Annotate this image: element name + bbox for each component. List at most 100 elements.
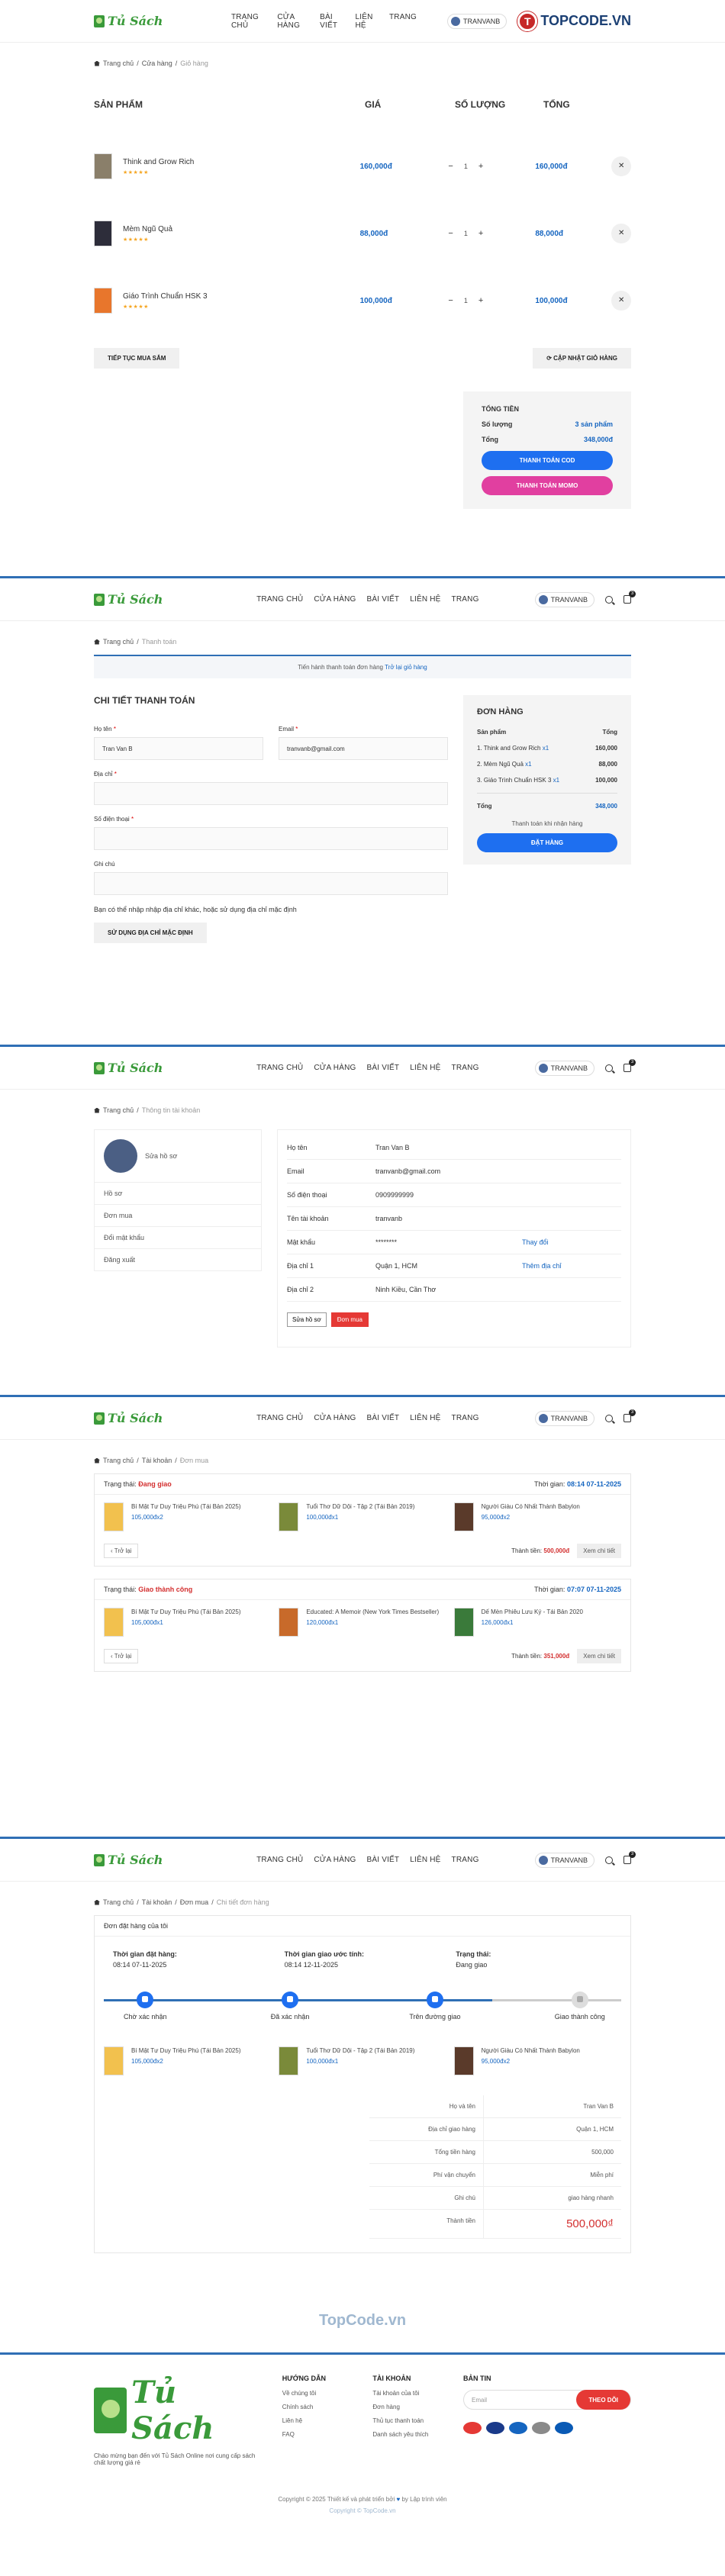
my-orders-button[interactable]: Đơn mua: [330, 1312, 369, 1327]
book-cover[interactable]: [94, 221, 112, 246]
cart-icon[interactable]: 3: [624, 1851, 636, 1864]
back-to-cart-link[interactable]: Trở lại giỏ hàng: [385, 664, 427, 671]
back-button[interactable]: ‹ Trở lại: [104, 1649, 139, 1663]
cart-icon[interactable]: 3: [624, 591, 636, 604]
footer-link[interactable]: Danh sách yêu thích: [372, 2431, 448, 2438]
place-order-button[interactable]: ĐẶT HÀNG: [477, 833, 617, 852]
footer-link[interactable]: Liên hệ: [282, 2417, 358, 2424]
use-default-address-button[interactable]: SỬ DỤNG ĐỊA CHỈ MẶC ĐỊNH: [94, 923, 207, 943]
nav-home[interactable]: TRANG CHỦ: [256, 1414, 303, 1422]
breadcrumb-shop[interactable]: Cửa hàng: [142, 60, 172, 67]
nav-contact[interactable]: LIÊN HỆ: [355, 13, 379, 30]
search-icon[interactable]: [605, 1064, 613, 1072]
breadcrumb-account[interactable]: Tài khoản: [142, 1898, 172, 1906]
edit-profile-button[interactable]: Sửa hồ sơ: [287, 1312, 327, 1327]
product-name[interactable]: Mèm Ngũ Quả: [123, 225, 172, 233]
search-icon[interactable]: [605, 1414, 613, 1422]
nav-shop[interactable]: CỬA HÀNG: [277, 13, 309, 30]
user-menu[interactable]: TRANVANB: [534, 591, 594, 607]
update-cart-button[interactable]: ⟳ CẬP NHẬT GIỎ HÀNG: [533, 348, 631, 369]
breadcrumb-account[interactable]: Tài khoản: [142, 1457, 172, 1464]
qty-minus-button[interactable]: −: [448, 162, 453, 171]
nav-shop[interactable]: CỬA HÀNG: [314, 1414, 356, 1422]
nav-home[interactable]: TRANG CHỦ: [256, 1064, 303, 1072]
nav-shop[interactable]: CỬA HÀNG: [314, 595, 356, 604]
breadcrumb-orders[interactable]: Đơn mua: [180, 1898, 208, 1906]
qty-minus-button[interactable]: −: [448, 296, 453, 305]
footer-link[interactable]: FAQ: [282, 2431, 358, 2438]
nav-blog[interactable]: BÀI VIẾT: [367, 1064, 400, 1072]
pay-cod-button[interactable]: THANH TOÁN COD: [482, 451, 613, 470]
nav-home[interactable]: TRANG CHỦ: [256, 595, 303, 604]
nav-pages[interactable]: TRANG: [452, 595, 479, 604]
footer-link[interactable]: Về chúng tôi: [282, 2390, 358, 2397]
qty-value[interactable]: 1: [464, 297, 468, 304]
info-action-link[interactable]: Thêm địa chỉ: [522, 1262, 621, 1270]
remove-item-button[interactable]: ✕: [611, 291, 631, 311]
qty-value[interactable]: 1: [464, 163, 468, 170]
order-item[interactable]: Dế Mèn Phiêu Lưu Ký - Tái Bản 2020 126,00…: [453, 1608, 621, 1637]
menu-change-password[interactable]: Đổi mật khẩu: [95, 1226, 261, 1248]
breadcrumb-home[interactable]: Trang chủ: [103, 60, 134, 67]
footer-link[interactable]: Chính sách: [282, 2404, 358, 2410]
phone-field[interactable]: [94, 827, 448, 850]
nav-contact[interactable]: LIÊN HỆ: [410, 595, 440, 604]
qty-plus-button[interactable]: +: [478, 229, 483, 238]
remove-item-button[interactable]: ✕: [611, 224, 631, 243]
nav-shop[interactable]: CỬA HÀNG: [314, 1856, 356, 1864]
breadcrumb-home[interactable]: Trang chủ: [103, 1106, 134, 1114]
site-logo[interactable]: Tủ Sách: [94, 1853, 231, 1867]
nav-home[interactable]: TRANG CHỦ: [231, 13, 266, 30]
breadcrumb-home[interactable]: Trang chủ: [103, 1898, 134, 1906]
breadcrumb-home[interactable]: Trang chủ: [103, 1457, 134, 1464]
order-item[interactable]: Educated: A Memoir (New York Times Bests…: [279, 1608, 446, 1637]
search-icon[interactable]: [605, 595, 613, 604]
site-logo[interactable]: Tủ Sách: [94, 14, 231, 28]
footer-link[interactable]: Đơn hàng: [372, 2404, 448, 2410]
product-name[interactable]: Think and Grow Rich: [123, 158, 194, 166]
newsletter-email-input[interactable]: Email: [472, 2397, 487, 2404]
nav-pages[interactable]: TRANG: [452, 1064, 479, 1072]
order-item[interactable]: Bí Mật Tư Duy Triệu Phú (Tái Bản 2025) 10…: [104, 2046, 271, 2075]
nav-shop[interactable]: CỬA HÀNG: [314, 1064, 356, 1072]
user-menu[interactable]: TRANVANB: [446, 13, 508, 29]
order-item[interactable]: Tuổi Thơ Dữ Dội - Tập 2 (Tái Bản 2019) 10…: [279, 2046, 446, 2075]
nav-blog[interactable]: BÀI VIẾT: [367, 1414, 400, 1422]
search-icon[interactable]: [605, 1856, 613, 1864]
menu-profile[interactable]: Hồ sơ: [95, 1182, 261, 1204]
nav-pages[interactable]: TRANG: [452, 1414, 479, 1422]
qty-plus-button[interactable]: +: [478, 162, 483, 171]
footer-link[interactable]: Tài khoản của tôi: [372, 2390, 448, 2397]
address-field[interactable]: [94, 782, 448, 805]
view-detail-button[interactable]: Xem chi tiết: [577, 1544, 621, 1558]
qty-minus-button[interactable]: −: [448, 229, 453, 238]
site-logo[interactable]: Tủ Sách: [94, 1411, 231, 1425]
footer-link[interactable]: Thủ tục thanh toán: [372, 2417, 448, 2424]
site-logo[interactable]: Tủ Sách: [94, 592, 231, 607]
order-item[interactable]: Người Giàu Có Nhất Thành Babylon 95,000đx…: [453, 2046, 621, 2075]
order-item[interactable]: Bí Mật Tư Duy Triệu Phú (Tái Bản 2025) 10…: [104, 1502, 271, 1531]
nav-contact[interactable]: LIÊN HỆ: [410, 1414, 440, 1422]
site-logo[interactable]: Tủ Sách: [94, 1061, 231, 1075]
back-button[interactable]: ‹ Trở lại: [104, 1544, 139, 1558]
menu-logout[interactable]: Đăng xuất: [95, 1248, 261, 1270]
nav-pages[interactable]: TRANG: [452, 1856, 479, 1864]
qty-plus-button[interactable]: +: [478, 296, 483, 305]
nav-blog[interactable]: BÀI VIẾT: [367, 595, 400, 604]
nav-home[interactable]: TRANG CHỦ: [256, 1856, 303, 1864]
order-item[interactable]: Tuổi Thơ Dữ Dội - Tập 2 (Tái Bản 2019) 10…: [279, 1502, 446, 1531]
nav-contact[interactable]: LIÊN HỆ: [410, 1064, 440, 1072]
user-menu[interactable]: TRANVANB: [534, 1060, 594, 1076]
continue-shopping-button[interactable]: TIẾP TỤC MUA SẮM: [94, 348, 180, 369]
book-cover[interactable]: [94, 153, 112, 179]
qty-value[interactable]: 1: [464, 230, 468, 237]
product-name[interactable]: Giáo Trình Chuẩn HSK 3: [123, 292, 208, 301]
book-cover[interactable]: [94, 288, 112, 314]
user-menu[interactable]: TRANVANB: [534, 1852, 594, 1868]
cart-icon[interactable]: 3: [624, 1059, 636, 1072]
nav-blog[interactable]: BÀI VIẾT: [320, 13, 344, 30]
nav-pages[interactable]: TRANG: [389, 13, 417, 30]
email-field[interactable]: [279, 737, 448, 760]
order-item[interactable]: Bí Mật Tư Duy Triệu Phú (Tái Bản 2025) 10…: [104, 1608, 271, 1637]
edit-profile-link[interactable]: Sửa hồ sơ: [145, 1152, 177, 1160]
